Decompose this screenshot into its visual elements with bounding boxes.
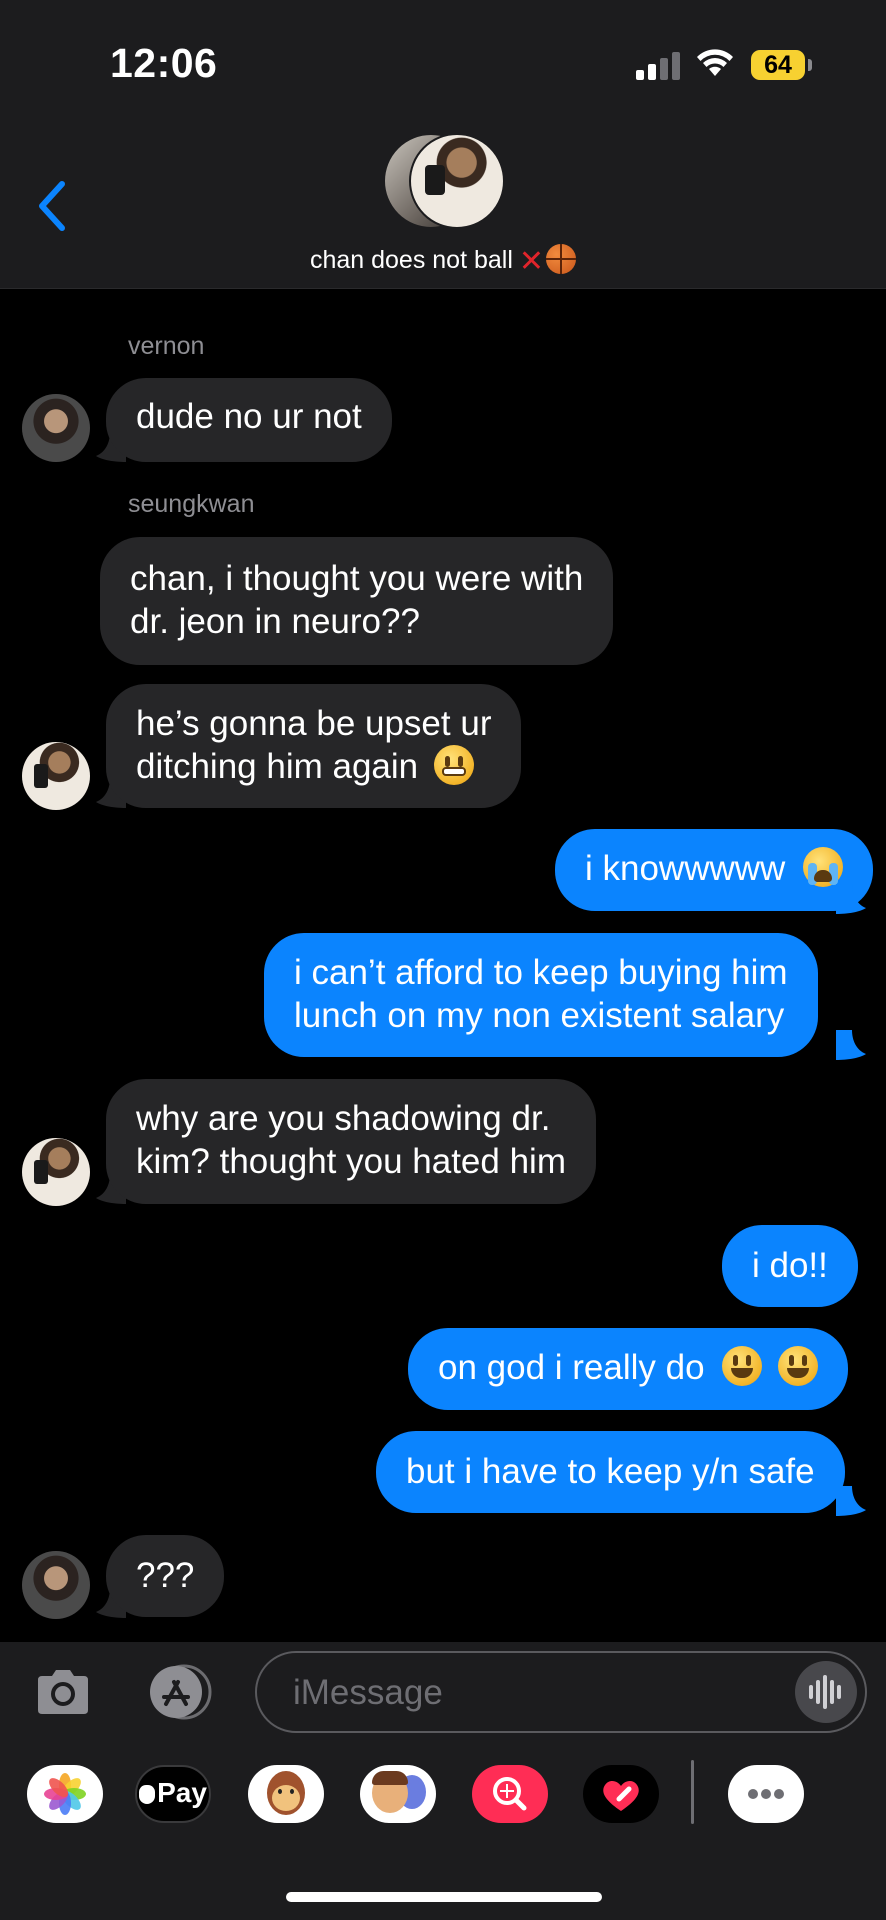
message-text: ditching him again — [136, 747, 419, 786]
message-bubble[interactable]: i knowwwww — [555, 829, 874, 911]
wifi-icon — [697, 49, 733, 76]
digital-touch-icon[interactable] — [583, 1765, 659, 1823]
home-indicator[interactable] — [286, 1892, 602, 1902]
message-bubble[interactable]: but i have to keep y/n safe — [376, 1431, 845, 1513]
group-name[interactable]: chan does not ball ✕ — [0, 244, 886, 279]
message-bubble[interactable]: he’s gonna be upset ur ditching him agai… — [106, 684, 522, 808]
drawer-divider — [691, 1760, 694, 1824]
sender-name: seungkwan — [128, 490, 255, 518]
message-input-field[interactable] — [255, 1651, 867, 1733]
group-avatar[interactable] — [383, 133, 505, 229]
message-text: dude no ur not — [136, 397, 362, 436]
message-bubble[interactable]: ??? — [106, 1535, 225, 1617]
message-text: chan, i thought you were with — [130, 559, 584, 598]
grinning-face-icon — [722, 1346, 763, 1386]
message-bubble[interactable]: dude no ur not — [106, 378, 392, 462]
bubble-tail — [836, 884, 866, 914]
status-time: 12:06 — [110, 40, 218, 86]
group-name-text: chan does not ball — [309, 246, 513, 274]
apple-pay-label: Pay — [157, 1777, 207, 1808]
message-bubble[interactable]: on god i really do — [408, 1328, 849, 1410]
message-text: i knowwwww — [585, 849, 786, 888]
camera-icon[interactable] — [34, 1664, 92, 1720]
avatar[interactable] — [22, 1551, 90, 1619]
animoji-icon[interactable] — [248, 1765, 324, 1823]
message-text: on god i really do — [438, 1348, 705, 1387]
apple-logo-icon — [139, 1785, 156, 1804]
avatar[interactable] — [22, 742, 90, 810]
loudly-crying-face-icon — [803, 847, 844, 887]
message-text: ??? — [136, 1556, 195, 1595]
memoji-stickers-icon[interactable] — [360, 1765, 436, 1823]
message-text: but i have to keep y/n safe — [406, 1452, 815, 1491]
cross-mark-icon: ✕ — [518, 245, 545, 278]
message-text: kim? thought you hated him — [136, 1142, 566, 1181]
grinning-face-icon — [778, 1346, 819, 1386]
more-dot — [774, 1789, 784, 1799]
message-bubble[interactable]: why are you shadowing dr. kim? thought y… — [106, 1079, 596, 1204]
cellular-signal-icon — [636, 52, 682, 80]
message-bubble[interactable]: chan, i thought you were with dr. jeon i… — [100, 537, 614, 665]
bubble-tail — [836, 1486, 866, 1516]
message-text: i can’t afford to keep buying him — [294, 953, 788, 992]
more-dot — [748, 1789, 758, 1799]
photos-app-icon[interactable] — [27, 1765, 103, 1823]
message-input[interactable] — [291, 1667, 755, 1719]
message-bubble[interactable]: i do!! — [722, 1225, 858, 1307]
image-search-icon[interactable] — [472, 1765, 548, 1823]
sender-name: vernon — [128, 332, 205, 360]
apple-pay-button[interactable]: Pay — [135, 1765, 211, 1823]
app-store-icon[interactable] — [144, 1664, 216, 1720]
message-text: he’s gonna be upset ur — [136, 704, 492, 743]
avatar[interactable] — [22, 1138, 90, 1206]
avatar[interactable] — [22, 394, 90, 462]
message-text: lunch on my non existent salary — [294, 996, 785, 1035]
back-chevron-icon[interactable] — [34, 178, 74, 234]
member-avatar — [409, 133, 505, 229]
more-apps-button[interactable] — [728, 1765, 804, 1823]
message-bubble[interactable]: i can’t afford to keep buying him lunch … — [264, 933, 818, 1057]
basketball-icon — [546, 244, 577, 274]
battery-level: 64 — [751, 50, 805, 80]
bubble-tail — [836, 1030, 866, 1060]
message-text: dr. jeon in neuro?? — [130, 602, 420, 641]
grimacing-face-icon — [433, 745, 474, 785]
battery-tip — [808, 59, 812, 71]
message-text: i do!! — [752, 1246, 828, 1285]
message-text: why are you shadowing dr. — [136, 1099, 551, 1138]
voice-waveform-icon[interactable] — [795, 1661, 857, 1723]
more-dot — [761, 1789, 771, 1799]
